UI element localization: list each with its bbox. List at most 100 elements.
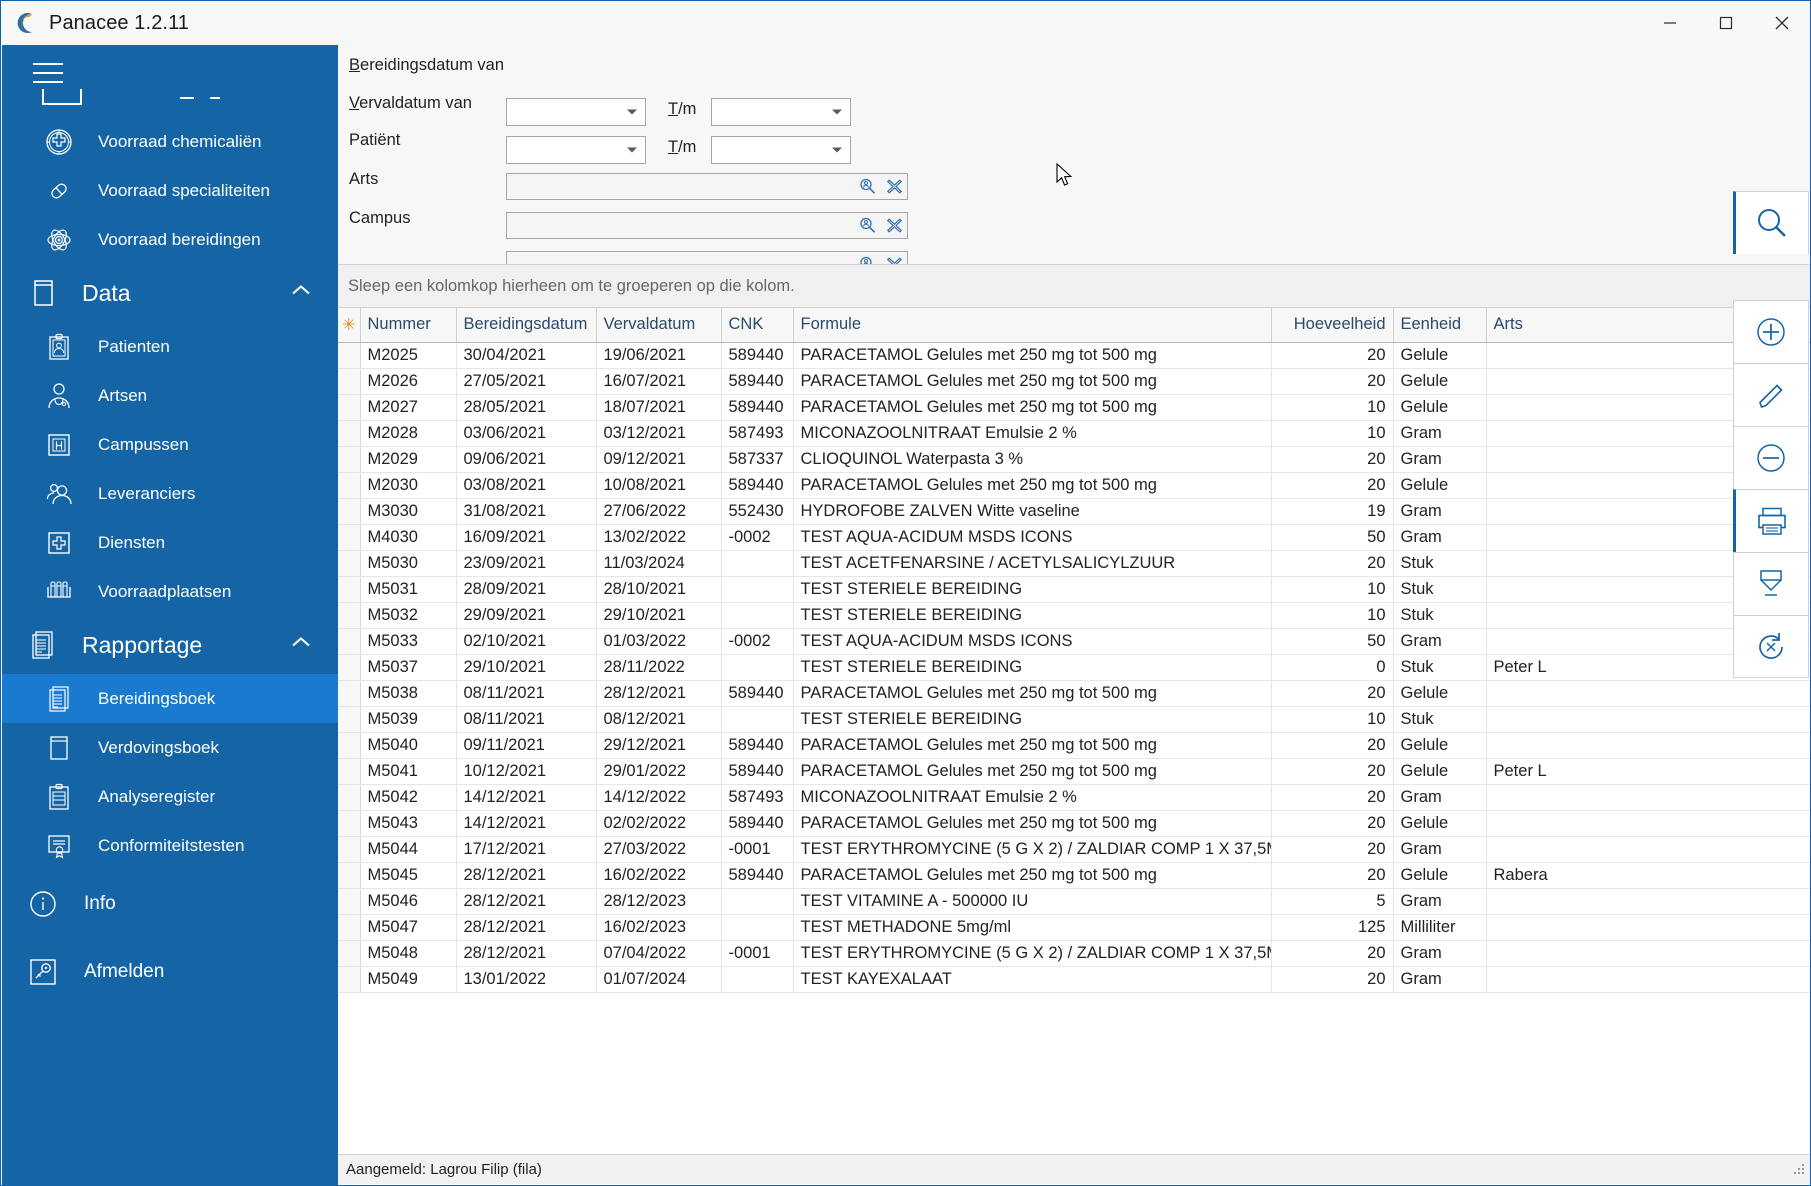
table-cell: M5048	[360, 940, 457, 967]
table-row[interactable]: M5044 17/12/2021 27/03/2022 -0001 TEST ERYTH…	[338, 836, 1810, 863]
table-row[interactable]: M2028 03/06/2021 03/12/2021 587493 MICONAZOO…	[338, 420, 1810, 447]
table-cell: M2026	[360, 368, 457, 395]
add-button[interactable]	[1733, 300, 1809, 363]
sidebar-item-leveranciers[interactable]: Leveranciers	[2, 469, 338, 518]
minimize-button[interactable]	[1642, 2, 1698, 45]
search-person-icon[interactable]	[858, 178, 876, 196]
sidebar-item-artsen[interactable]: Artsen	[2, 371, 338, 420]
table-cell: 01/03/2022	[596, 628, 722, 655]
chevron-up-icon[interactable]	[290, 636, 312, 655]
table-cell: 587337	[721, 446, 794, 473]
sidebar-item-verdovingsboek[interactable]: Verdovingsboek	[2, 723, 338, 772]
vervaldatum-van-combobox[interactable]	[506, 136, 646, 164]
sidebar-item-voorraad-chemicalien[interactable]: Voorraad chemicaliën	[2, 117, 338, 166]
table-row[interactable]: M5038 08/11/2021 28/12/2021 589440 PARACETAM…	[338, 680, 1810, 707]
sidebar-item-conformiteitstesten[interactable]: Conformiteitstesten	[2, 821, 338, 870]
sidebar-item-patienten[interactable]: Patienten	[2, 322, 338, 371]
table-cell: 20	[1271, 550, 1394, 577]
filter-label-campus: Campus	[349, 209, 411, 227]
sidebar-item-bereidingsboek[interactable]: Bereidingsboek	[2, 674, 338, 723]
sidebar-item-label: Conformiteitstesten	[98, 835, 245, 855]
table-row[interactable]: M5039 08/11/2021 08/12/2021 TEST STERIELE B…	[338, 706, 1810, 733]
table-row[interactable]: M5045 28/12/2021 16/02/2022 589440 PARACETAM…	[338, 862, 1810, 889]
table-cell: Gelule	[1393, 680, 1487, 707]
edit-button[interactable]	[1733, 363, 1809, 426]
grid-col-nummer[interactable]: Nummer	[360, 308, 457, 343]
grid-col-hoeveelheid[interactable]: Hoeveelheid	[1271, 308, 1394, 343]
table-cell: 13/01/2022	[456, 966, 597, 993]
table-row[interactable]: M5032 29/09/2021 29/10/2021 TEST STERIELE B…	[338, 602, 1810, 629]
grid-col-bereidingsdatum[interactable]: Bereidingsdatum	[456, 308, 597, 343]
sidebar-item-voorraadplaatsen[interactable]: Voorraadplaatsen	[2, 567, 338, 616]
sidebar-item-afmelden[interactable]: Afmelden	[2, 944, 338, 1000]
sidebar-item-voorraad-bereidingen[interactable]: Voorraad bereidingen	[2, 215, 338, 264]
bereidingsdatum-tm-combobox[interactable]	[711, 98, 851, 126]
table-row[interactable]: M2026 27/05/2021 16/07/2021 589440 PARACETAM…	[338, 368, 1810, 395]
table-row[interactable]: M5037 29/10/2021 28/11/2022 TEST STERIELE B…	[338, 654, 1810, 681]
table-row[interactable]: M5042 14/12/2021 14/12/2022 587493 MICONAZOO…	[338, 784, 1810, 811]
sidebar-item-voorraad-specialiteiten[interactable]: Voorraad specialiteiten	[2, 166, 338, 215]
group-by-panel[interactable]: Sleep een kolomkop hierheen om te groepe…	[338, 264, 1810, 308]
delete-button[interactable]	[1733, 426, 1809, 489]
row-indicator	[338, 394, 361, 421]
sidebar-item-info[interactable]: Info	[2, 876, 338, 932]
table-row[interactable]: M5041 10/12/2021 29/01/2022 589440 PARACETAM…	[338, 758, 1810, 785]
search-person-icon[interactable]	[858, 217, 876, 235]
table-row[interactable]: M5031 28/09/2021 28/10/2021 TEST STERIELE B…	[338, 576, 1810, 603]
table-cell: Gram	[1393, 966, 1487, 993]
right-toolbar	[1733, 191, 1809, 678]
grid-col-eenheid[interactable]: Eenheid	[1393, 308, 1487, 343]
sidebar-item-label: Voorraad chemicaliën	[98, 131, 262, 151]
maximize-button[interactable]	[1698, 2, 1754, 45]
vervaldatum-tm-combobox[interactable]	[711, 136, 851, 164]
table-row[interactable]: M4030 16/09/2021 13/02/2022 -0002 TEST AQUA-…	[338, 524, 1810, 551]
clear-x-icon[interactable]	[885, 178, 903, 196]
sidebar-item-diensten[interactable]: Diensten	[2, 518, 338, 567]
table-row[interactable]: M5030 23/09/2021 11/03/2024 TEST ACETFENARS…	[338, 550, 1810, 577]
search-button[interactable]	[1733, 191, 1809, 254]
table-cell: 10	[1271, 706, 1394, 733]
grid-col-vervaldatum[interactable]: Vervaldatum	[596, 308, 722, 343]
table-row[interactable]: M2029 09/06/2021 09/12/2021 587337 CLIOQUINO…	[338, 446, 1810, 473]
patient-lookup-field[interactable]	[506, 173, 908, 200]
row-indicator	[338, 888, 361, 915]
filter-row-arts: Arts	[349, 170, 378, 189]
table-cell: M5046	[360, 888, 457, 915]
hamburger-menu-icon[interactable]	[33, 63, 63, 85]
table-cell: Gram	[1393, 888, 1487, 915]
table-row[interactable]: M2027 28/05/2021 18/07/2021 589440 PARACETAM…	[338, 394, 1810, 421]
clipped-nav-icon	[42, 89, 82, 105]
table-cell: 10	[1271, 420, 1394, 447]
clear-x-icon[interactable]	[885, 217, 903, 235]
print-button[interactable]	[1733, 489, 1809, 552]
export-button[interactable]	[1733, 552, 1809, 615]
table-row[interactable]: M5033 02/10/2021 01/03/2022 -0002 TEST AQUA-…	[338, 628, 1810, 655]
grid-col-cnk[interactable]: CNK	[721, 308, 794, 343]
data-grid[interactable]: ✳ Nummer Bereidingsdatum Vervaldatum CNK…	[338, 308, 1810, 998]
table-row[interactable]: M5048 28/12/2021 07/04/2022 -0001 TEST ERYTH…	[338, 940, 1810, 967]
table-row[interactable]: M2030 03/08/2021 10/08/2021 589440 PARACETAM…	[338, 472, 1810, 499]
sidebar-group-rapportage[interactable]: Rapportage	[2, 616, 338, 674]
chevron-up-icon[interactable]	[290, 284, 312, 303]
arts-lookup-field[interactable]	[506, 212, 908, 239]
table-cell: 5	[1271, 888, 1394, 915]
table-row[interactable]: M5046 28/12/2021 28/12/2023 TEST VITAMINE A…	[338, 888, 1810, 915]
table-row[interactable]: M5047 28/12/2021 16/02/2023 TEST METHADONE …	[338, 914, 1810, 941]
resize-grip-icon[interactable]	[1792, 1162, 1806, 1181]
table-row[interactable]: M3030 31/08/2021 27/06/2022 552430 HYDROFOBE…	[338, 498, 1810, 525]
table-row[interactable]: M2025 30/04/2021 19/06/2021 589440 PARACETAM…	[338, 342, 1810, 369]
table-cell: 29/10/2021	[596, 602, 722, 629]
grid-col-formule[interactable]: Formule	[793, 308, 1272, 343]
filter-label-tm-1-wrap: T/m	[668, 100, 696, 119]
sidebar-item-analyseregister[interactable]: Analyseregister	[2, 772, 338, 821]
close-button[interactable]	[1754, 2, 1810, 45]
table-row[interactable]: M5049 13/01/2022 01/07/2024 TEST KAYEXALAAT…	[338, 966, 1810, 993]
table-row[interactable]: M5043 14/12/2021 02/02/2022 589440 PARACETAM…	[338, 810, 1810, 837]
bereidingsdatum-van-combobox[interactable]	[506, 98, 646, 126]
refresh-button[interactable]	[1733, 615, 1809, 678]
table-row[interactable]: M5040 09/11/2021 29/12/2021 589440 PARACETAM…	[338, 732, 1810, 759]
table-cell: 14/12/2021	[456, 784, 597, 811]
table-cell: PARACETAMOL Gelules met 250 mg tot 500 m…	[793, 758, 1272, 785]
sidebar-item-campussen[interactable]: Campussen	[2, 420, 338, 469]
sidebar-group-data[interactable]: Data	[2, 264, 338, 322]
